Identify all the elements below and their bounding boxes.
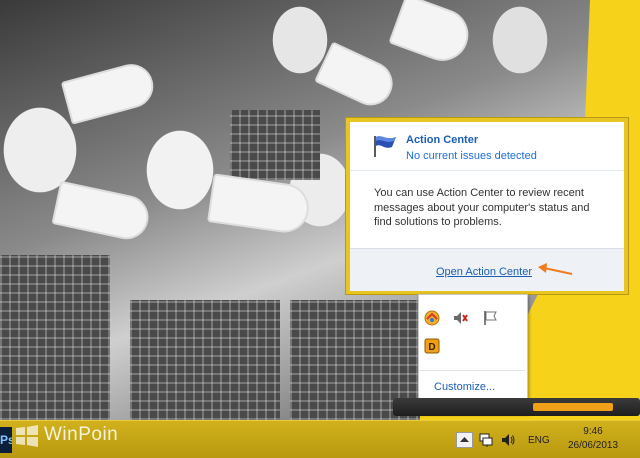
windows-logo-icon bbox=[16, 425, 38, 447]
network-icon[interactable] bbox=[478, 432, 494, 448]
svg-text:D: D bbox=[428, 342, 435, 353]
action-center-footer: Open Action Center bbox=[350, 248, 624, 291]
arrow-pointer-icon bbox=[538, 263, 573, 275]
action-center-description: You can use Action Center to review rece… bbox=[374, 187, 590, 228]
show-hidden-icons-button[interactable] bbox=[456, 432, 473, 448]
clock-time: 9:46 bbox=[583, 426, 603, 437]
divider bbox=[350, 170, 624, 171]
flag-icon[interactable] bbox=[482, 310, 498, 326]
wallpaper-detail bbox=[230, 110, 320, 180]
watermark: WinPoin bbox=[44, 424, 119, 445]
action-center-flag-icon bbox=[374, 136, 396, 157]
chevron-up-icon bbox=[460, 437, 469, 442]
action-center-header: Action Center No current issues detected bbox=[350, 122, 624, 170]
wallpaper-detail bbox=[130, 300, 280, 420]
action-center-status: No current issues detected bbox=[406, 150, 537, 162]
divider bbox=[419, 370, 525, 371]
speaker-muted-icon[interactable] bbox=[452, 310, 468, 326]
language-indicator[interactable]: ENG bbox=[528, 435, 550, 446]
volume-icon[interactable] bbox=[500, 432, 516, 448]
customize-link[interactable]: Customize... bbox=[434, 381, 495, 393]
photoshop-taskbar-button[interactable]: Ps bbox=[0, 427, 12, 453]
daemon-tools-icon[interactable]: D bbox=[424, 338, 440, 354]
wallpaper-detail bbox=[0, 255, 110, 420]
media-progress-fill bbox=[533, 403, 613, 411]
open-action-center-link[interactable]: Open Action Center bbox=[436, 266, 532, 278]
flash-sync-icon[interactable] bbox=[424, 310, 440, 326]
clock[interactable]: 9:46 26/06/2013 bbox=[558, 425, 628, 453]
clock-date: 26/06/2013 bbox=[567, 440, 619, 451]
action-center-popup: Action Center No current issues detected… bbox=[346, 118, 628, 294]
media-player-bar[interactable] bbox=[393, 398, 640, 416]
action-center-title: Action Center bbox=[406, 134, 479, 146]
